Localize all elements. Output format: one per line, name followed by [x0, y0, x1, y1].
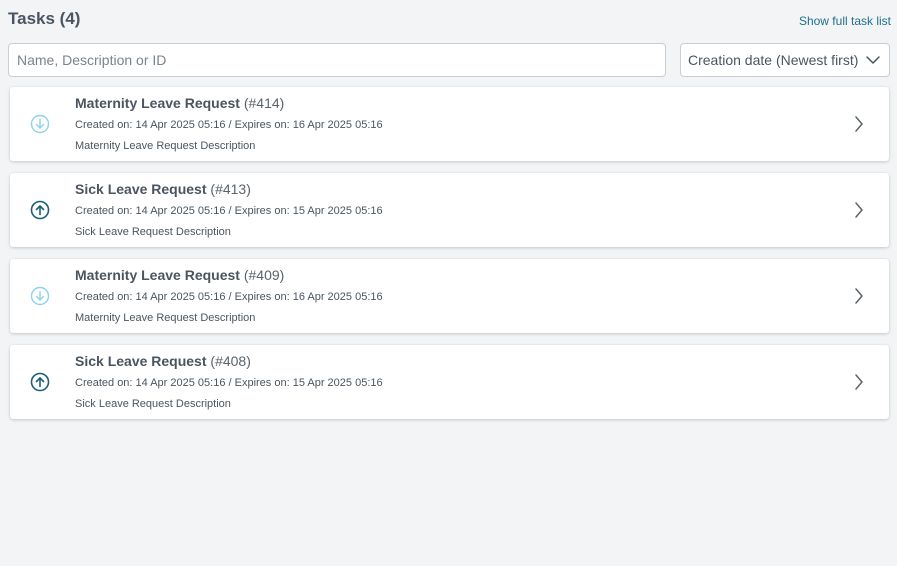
search-box: [8, 43, 666, 77]
task-description: Maternity Leave Request Description: [75, 140, 256, 152]
task-name: Maternity Leave Request: [75, 95, 240, 111]
arrow-up-circle-icon: [30, 200, 50, 220]
show-full-task-list-link[interactable]: Show full task list: [799, 13, 891, 29]
sort-dropdown[interactable]: Creation date (Newest first): [680, 43, 890, 77]
chevron-right-icon: [855, 202, 863, 218]
task-dates: Created on: 14 Apr 2025 05:16 / Expires …: [75, 377, 383, 389]
arrow-down-circle-icon: [30, 286, 50, 306]
task-dates: Created on: 14 Apr 2025 05:16 / Expires …: [75, 205, 383, 217]
chevron-right-icon: [855, 116, 863, 132]
arrow-up-circle-icon: [30, 372, 50, 392]
tasks-header: Tasks (4) Show full task list: [8, 8, 891, 32]
page-title: Tasks (4): [8, 9, 81, 28]
task-card[interactable]: Maternity Leave Request (#409) Created o…: [10, 259, 889, 333]
task-id: (#409): [243, 267, 285, 283]
task-id: (#414): [243, 95, 285, 111]
task-dates: Created on: 14 Apr 2025 05:16 / Expires …: [75, 119, 383, 131]
task-title: Maternity Leave Request (#409): [75, 266, 284, 284]
task-dates: Created on: 14 Apr 2025 05:16 / Expires …: [75, 291, 383, 303]
task-description: Sick Leave Request Description: [75, 226, 231, 238]
task-title: Sick Leave Request (#408): [75, 352, 251, 370]
task-id: (#413): [210, 181, 251, 197]
search-input[interactable]: [9, 44, 657, 76]
task-description: Maternity Leave Request Description: [75, 312, 256, 324]
chevron-right-icon: [855, 288, 863, 304]
arrow-down-circle-icon: [30, 114, 50, 134]
task-card[interactable]: Sick Leave Request (#413) Created on: 14…: [10, 173, 889, 247]
task-card[interactable]: Maternity Leave Request (#414) Created o…: [10, 87, 889, 161]
task-name: Sick Leave Request: [75, 353, 207, 369]
task-name: Sick Leave Request: [75, 181, 207, 197]
task-name: Maternity Leave Request: [75, 267, 240, 283]
task-id: (#408): [210, 353, 251, 369]
task-card[interactable]: Sick Leave Request (#408) Created on: 14…: [10, 345, 889, 419]
task-title: Sick Leave Request (#413): [75, 180, 251, 198]
task-title: Maternity Leave Request (#414): [75, 94, 284, 112]
chevron-right-icon: [855, 374, 863, 390]
chevron-down-icon: [866, 56, 880, 64]
task-description: Sick Leave Request Description: [75, 398, 231, 410]
sort-selected-value: Creation date (Newest first): [688, 52, 859, 68]
